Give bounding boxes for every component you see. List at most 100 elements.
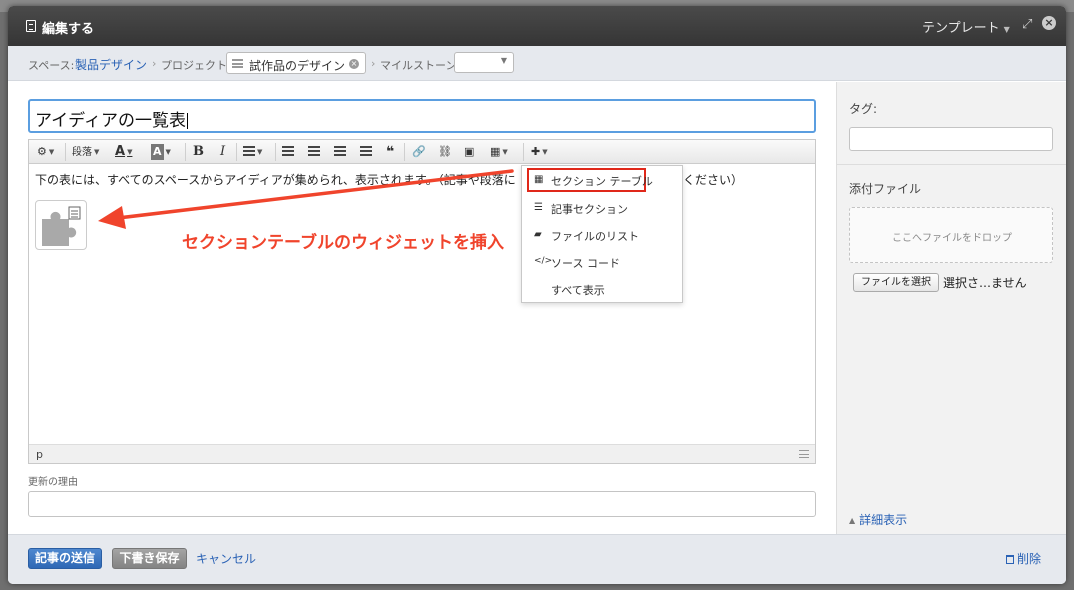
- tag-input[interactable]: [849, 127, 1053, 151]
- delete-button[interactable]: 削除: [1006, 550, 1041, 567]
- menu-item-label: ファイルのリスト: [551, 230, 639, 243]
- save-draft-button[interactable]: 下書き保存: [112, 548, 187, 569]
- settings-button[interactable]: ⚙ ▼: [37, 144, 54, 160]
- file-dropzone[interactable]: ここへファイルをドロップ: [849, 207, 1053, 263]
- link-button[interactable]: 🔗: [412, 144, 426, 160]
- breadcrumb: スペース: 製品デザイン › プロジェクト 試作品のデザイン × › マイルスト…: [8, 46, 1066, 81]
- italic-button[interactable]: I: [220, 144, 225, 160]
- toolbar-divider: [65, 143, 66, 161]
- title-value: アイディアの一覧表: [35, 111, 186, 131]
- menu-item-source-code[interactable]: </> ソース コード: [522, 251, 682, 273]
- remove-project-icon[interactable]: ×: [349, 59, 359, 69]
- quote-button[interactable]: ❝: [386, 144, 394, 160]
- title-input[interactable]: アイディアの一覧表: [28, 99, 816, 133]
- insert-widget-button[interactable]: ✚ ▼: [531, 144, 548, 160]
- menu-item-show-all[interactable]: すべて表示: [522, 278, 682, 300]
- annotation-text: セクションテーブルのウィジェットを挿入: [182, 233, 504, 253]
- reason-input[interactable]: [28, 491, 816, 517]
- milestone-select[interactable]: ▼: [454, 52, 514, 73]
- sidebar-divider: [837, 164, 1066, 165]
- highlight-color-button[interactable]: A ▼: [151, 144, 171, 160]
- unlink-button[interactable]: ⛓: [438, 144, 452, 160]
- sidebar: タグ: 添付ファイル ここへファイルをドロップ ファイルを選択 選択さ…ません …: [836, 82, 1066, 534]
- edit-dialog: 編集する テンプレート ▼ ⤢ × スペース: 製品デザイン › プロジェクト 試…: [8, 6, 1066, 584]
- dialog-titlebar: 編集する テンプレート ▼ ⤢ ×: [8, 6, 1066, 46]
- indent-button[interactable]: [360, 144, 372, 160]
- list-icon: [232, 59, 243, 68]
- menu-item-article-section[interactable]: ☰ 記事セクション: [522, 197, 682, 219]
- bullet-list-icon: [282, 146, 294, 156]
- editor-toolbar: ⚙ ▼ 段落 ▼ A ▼ A ▼ B I ▼ ❝ 🔗 ⛓ ▣ ▦ ▼ ✚ ▼: [29, 140, 815, 164]
- editor-statusbar: p: [29, 444, 815, 463]
- expand-icon[interactable]: ⤢: [1022, 17, 1032, 32]
- numbered-list-button[interactable]: [308, 144, 320, 160]
- template-menu[interactable]: テンプレート ▼: [922, 17, 1010, 36]
- project-value: 試作品のデザイン: [249, 59, 346, 73]
- editor-body-text: 下の表には、すべてのスペースからアイディアが集められ、表示されます。（記事や段落…: [35, 173, 516, 187]
- section-table-widget[interactable]: [35, 200, 87, 250]
- dialog-footer: 記事の送信 下書き保存 キャンセル 削除: [8, 534, 1066, 584]
- menu-item-label: すべて表示: [551, 284, 605, 297]
- menu-item-label: ソース コード: [551, 257, 620, 270]
- project-label: プロジェクト: [161, 59, 227, 72]
- breadcrumb-separator: ›: [152, 57, 157, 70]
- resize-handle-icon[interactable]: [799, 450, 809, 458]
- align-left-icon: [243, 146, 255, 156]
- delete-label: 削除: [1017, 552, 1042, 566]
- grid-icon: ▦: [534, 174, 544, 185]
- milestone-label: マイルストーン: [380, 59, 457, 72]
- element-path: p: [36, 448, 43, 461]
- indent-icon: [360, 146, 372, 156]
- text-cursor: [186, 113, 188, 129]
- project-selector[interactable]: 試作品のデザイン ×: [226, 52, 366, 74]
- choose-file-button[interactable]: ファイルを選択: [853, 273, 939, 292]
- text-color-button[interactable]: A ▼: [115, 144, 132, 160]
- menu-item-file-list[interactable]: ▰ ファイルのリスト: [522, 224, 682, 246]
- bullet-list-button[interactable]: [282, 144, 294, 160]
- main-pane: アイディアの一覧表 ⚙ ▼ 段落 ▼ A ▼ A ▼ B I ▼ ❝ 🔗 ⛓ ▣…: [8, 82, 836, 534]
- trash-icon: [1006, 555, 1014, 564]
- details-link-label: 詳細表示: [859, 513, 908, 527]
- outdent-button[interactable]: [334, 144, 346, 160]
- rich-text-editor[interactable]: ⚙ ▼ 段落 ▼ A ▼ A ▼ B I ▼ ❝ 🔗 ⛓ ▣ ▦ ▼ ✚ ▼ 下…: [28, 139, 816, 464]
- reason-label: 更新の理由: [28, 477, 78, 488]
- menu-item-label: セクション テーブル: [551, 175, 653, 188]
- dialog-title: 編集する: [42, 22, 95, 37]
- attachments-label: 添付ファイル: [849, 182, 922, 196]
- chevron-up-icon: ▲: [849, 516, 856, 525]
- close-icon[interactable]: ×: [1042, 16, 1056, 30]
- chevron-down-icon: ▼: [500, 56, 507, 65]
- insert-widget-menu: ▦ セクション テーブル ☰ 記事セクション ▰ ファイルのリスト </> ソー…: [521, 165, 683, 303]
- submit-button[interactable]: 記事の送信: [28, 548, 102, 569]
- bold-button[interactable]: B: [193, 144, 204, 160]
- toolbar-divider: [523, 143, 524, 161]
- editor-body-text-tail: ください）: [683, 173, 744, 187]
- details-link[interactable]: ▲ 詳細表示: [849, 511, 907, 528]
- space-label: スペース:: [28, 59, 75, 72]
- puzzle-icon: [42, 206, 81, 246]
- menu-item-label: 記事セクション: [551, 203, 628, 216]
- space-link[interactable]: 製品デザイン: [75, 56, 147, 73]
- align-button[interactable]: ▼: [243, 144, 262, 160]
- file-status: 選択さ…ません: [943, 276, 1027, 290]
- breadcrumb-separator: ›: [371, 57, 376, 70]
- image-button[interactable]: ▣: [464, 144, 474, 160]
- paragraph-format-label: 段落: [72, 147, 92, 158]
- toolbar-divider: [275, 143, 276, 161]
- list-icon: ☰: [534, 202, 543, 213]
- document-icon: [26, 20, 36, 32]
- cancel-button[interactable]: キャンセル: [196, 550, 256, 567]
- template-menu-label: テンプレート: [922, 21, 1000, 36]
- toolbar-divider: [185, 143, 186, 161]
- toolbar-divider: [236, 143, 237, 161]
- dropzone-text: ここへファイルをドロップ: [892, 233, 1012, 244]
- numbered-list-icon: [308, 146, 320, 156]
- tag-label: タグ:: [849, 102, 878, 116]
- outdent-icon: [334, 146, 346, 156]
- code-icon: </>: [534, 256, 553, 266]
- menu-item-section-table[interactable]: ▦ セクション テーブル: [527, 168, 653, 192]
- table-button[interactable]: ▦ ▼: [490, 144, 508, 160]
- toolbar-divider: [404, 143, 405, 161]
- paragraph-format-button[interactable]: 段落 ▼: [72, 144, 99, 160]
- chevron-down-icon: ▼: [1003, 25, 1010, 34]
